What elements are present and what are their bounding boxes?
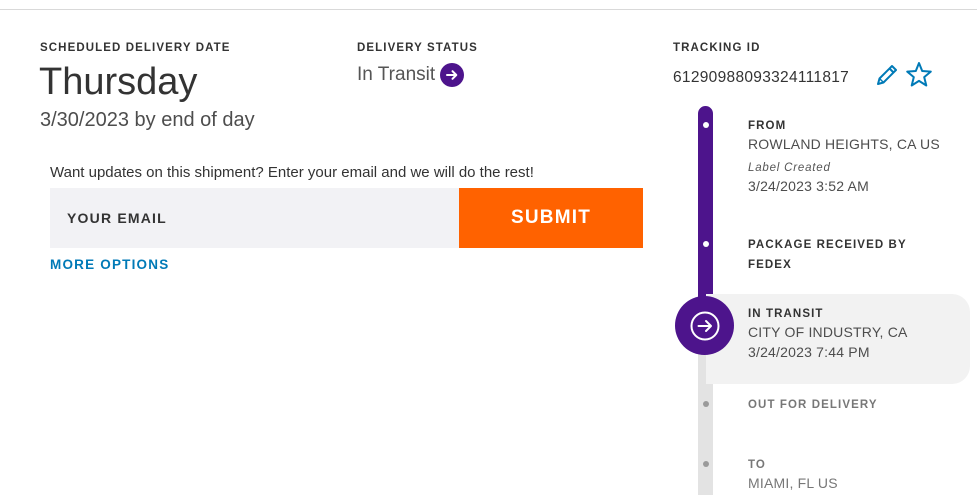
timeline-event-to: TO MIAMI, FL US — [748, 455, 838, 491]
delivery-status-label: DELIVERY STATUS — [357, 42, 478, 54]
timeline-node-received — [703, 241, 709, 247]
scheduled-delivery-label: SCHEDULED DELIVERY DATE — [40, 42, 231, 54]
event-datetime: 3/24/2023 3:52 AM — [748, 178, 869, 194]
top-divider — [0, 9, 977, 10]
tracking-id-label: TRACKING ID — [673, 42, 761, 54]
tracking-number: 612909880933241118​17 — [673, 69, 850, 86]
event-title: PACKAGE RECEIVED BY — [748, 239, 907, 251]
delivery-date: 3/30/2023 by end of day — [40, 109, 255, 131]
timeline-node-to — [703, 461, 709, 467]
event-title: OUT FOR DELIVERY — [748, 399, 878, 411]
pencil-icon[interactable] — [873, 61, 901, 89]
event-title-continued: FEDEX — [748, 259, 792, 271]
timeline-node-out-for-delivery — [703, 401, 709, 407]
arrow-right-circle-icon — [675, 296, 734, 355]
delivery-status: In Transit — [357, 63, 465, 87]
timeline-event-in-transit: IN TRANSIT CITY OF INDUSTRY, CA 3/24/202… — [748, 304, 908, 360]
timeline-node-from — [703, 122, 709, 128]
delivery-status-value: In Transit — [357, 64, 436, 85]
submit-button[interactable]: SUBMIT — [459, 188, 643, 248]
event-title: IN TRANSIT — [748, 308, 824, 320]
email-field-container — [50, 188, 459, 248]
event-location: MIAMI, FL US — [748, 475, 838, 491]
arrow-right-circle-icon — [440, 63, 465, 87]
timeline-event-from: FROM ROWLAND HEIGHTS, CA US Label Create… — [748, 116, 940, 194]
star-icon[interactable] — [904, 60, 934, 90]
event-datetime: 3/24/2023 7:44 PM — [748, 344, 870, 360]
more-options-link[interactable]: MORE OPTIONS — [50, 257, 169, 272]
event-sublabel: Label Created — [748, 162, 831, 174]
event-location: ROWLAND HEIGHTS, CA US — [748, 136, 940, 152]
timeline-event-received: PACKAGE RECEIVED BY FEDEX — [748, 235, 907, 275]
delivery-weekday: Thursday — [39, 61, 198, 103]
email-updates-prompt: Want updates on this shipment? Enter you… — [50, 164, 534, 181]
email-input[interactable] — [65, 209, 444, 227]
event-location: CITY OF INDUSTRY, CA — [748, 324, 908, 340]
event-title: FROM — [748, 120, 787, 132]
event-title: TO — [748, 459, 766, 471]
timeline-event-out-for-delivery: OUT FOR DELIVERY — [748, 395, 878, 415]
